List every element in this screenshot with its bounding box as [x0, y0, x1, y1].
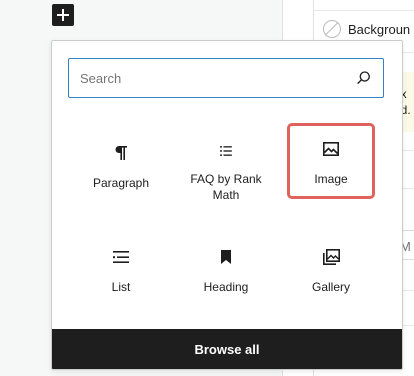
block-label: Heading: [203, 280, 249, 294]
block-label: Gallery: [311, 280, 350, 294]
block-inserter-popover: Paragraph FAQ by Rank Math Image List: [51, 40, 403, 370]
search-icon[interactable]: [355, 69, 373, 87]
block-label: Paragraph: [92, 176, 150, 190]
block-heading[interactable]: Heading: [182, 231, 270, 307]
background-label: Backgroun: [348, 21, 411, 37]
paragraph-icon: [115, 146, 127, 160]
search-box: [68, 58, 384, 98]
block-gallery[interactable]: Gallery: [287, 231, 375, 307]
block-label: FAQ by Rank Math: [190, 172, 262, 202]
list-icon: [220, 146, 232, 156]
search-input[interactable]: [69, 59, 383, 97]
add-block-button[interactable]: [52, 4, 74, 26]
block-faq-rank-math[interactable]: FAQ by Rank Math: [182, 127, 270, 203]
browse-all-label: Browse all: [194, 341, 260, 357]
sidebar-divider: [313, 10, 414, 11]
block-label: Image: [314, 172, 348, 186]
image-icon: [323, 142, 339, 156]
block-image[interactable]: Image: [287, 123, 375, 199]
bookmark-icon: [221, 250, 231, 264]
block-label: List: [111, 280, 131, 294]
block-list[interactable]: List: [77, 231, 165, 307]
block-paragraph[interactable]: Paragraph: [77, 127, 165, 203]
none-icon: [323, 20, 341, 38]
list-icon: [113, 251, 129, 263]
gallery-icon: [323, 249, 340, 265]
background-option[interactable]: Backgroun: [323, 20, 410, 38]
browse-all-button[interactable]: Browse all: [52, 329, 402, 369]
